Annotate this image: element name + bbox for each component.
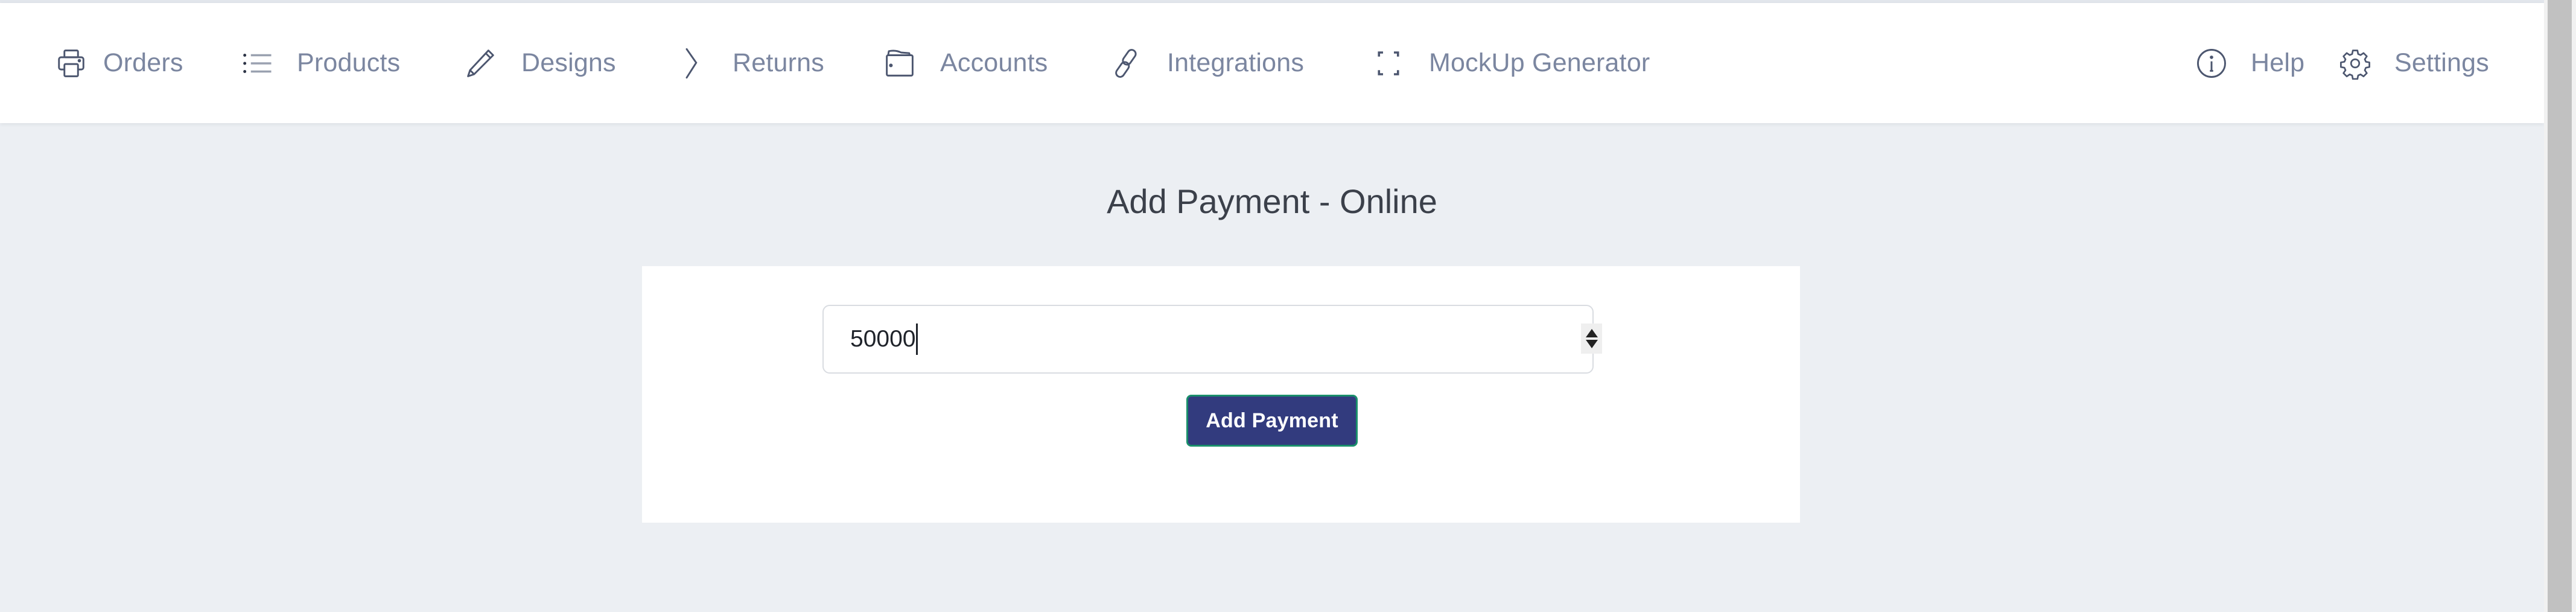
- page: Orders Products Designs Returns Accounts…: [0, 0, 2544, 612]
- nav-item-settings[interactable]: Settings: [2339, 3, 2489, 123]
- nav-label: Accounts: [940, 48, 1048, 77]
- info-circle-icon: [2195, 47, 2228, 80]
- nav-label: Integrations: [1167, 48, 1305, 77]
- nav-label: Designs: [521, 48, 616, 77]
- number-stepper[interactable]: [1581, 324, 1602, 354]
- chevron-right-icon: [676, 47, 708, 80]
- add-payment-button[interactable]: Add Payment: [1186, 395, 1358, 447]
- printer-icon: [55, 47, 87, 80]
- nav-item-mockup-generator[interactable]: MockUp Generator: [1372, 3, 1650, 123]
- amount-input[interactable]: 50000: [822, 305, 1602, 374]
- nav-label: Orders: [103, 48, 183, 77]
- payment-card: 50000 Add Payment: [642, 266, 1800, 523]
- wallet-icon: [883, 47, 916, 80]
- nav-item-orders[interactable]: Orders: [55, 3, 183, 123]
- decrement-arrow-icon[interactable]: [1585, 340, 1598, 348]
- page-title: Add Payment - Online: [1107, 182, 1437, 220]
- vertical-scrollbar[interactable]: [2544, 0, 2576, 612]
- list-icon: [241, 47, 274, 80]
- nav-label: Settings: [2394, 48, 2489, 77]
- frame-corners-icon: [1372, 47, 1405, 80]
- scrollbar-thumb[interactable]: [2548, 0, 2572, 612]
- pencil-icon: [465, 47, 497, 80]
- increment-arrow-icon[interactable]: [1585, 329, 1598, 337]
- nav-item-help[interactable]: Help: [2195, 3, 2304, 123]
- nav-item-returns[interactable]: Returns: [676, 3, 824, 123]
- nav-item-products[interactable]: Products: [241, 3, 400, 123]
- nav-label: Help: [2251, 48, 2305, 77]
- amount-value-text: 50000: [850, 326, 916, 352]
- nav-item-integrations[interactable]: Integrations: [1110, 3, 1304, 123]
- nav-item-designs[interactable]: Designs: [465, 3, 616, 123]
- text-caret: [916, 323, 918, 355]
- nav-item-accounts[interactable]: Accounts: [883, 3, 1048, 123]
- nav-label: Returns: [733, 48, 824, 77]
- gear-icon: [2339, 47, 2371, 80]
- nav-label: Products: [297, 48, 401, 77]
- amount-input-value: 50000: [850, 306, 918, 372]
- link-icon: [1110, 47, 1143, 80]
- nav-label: MockUp Generator: [1429, 48, 1650, 77]
- top-navigation: Orders Products Designs Returns Accounts…: [0, 3, 2544, 123]
